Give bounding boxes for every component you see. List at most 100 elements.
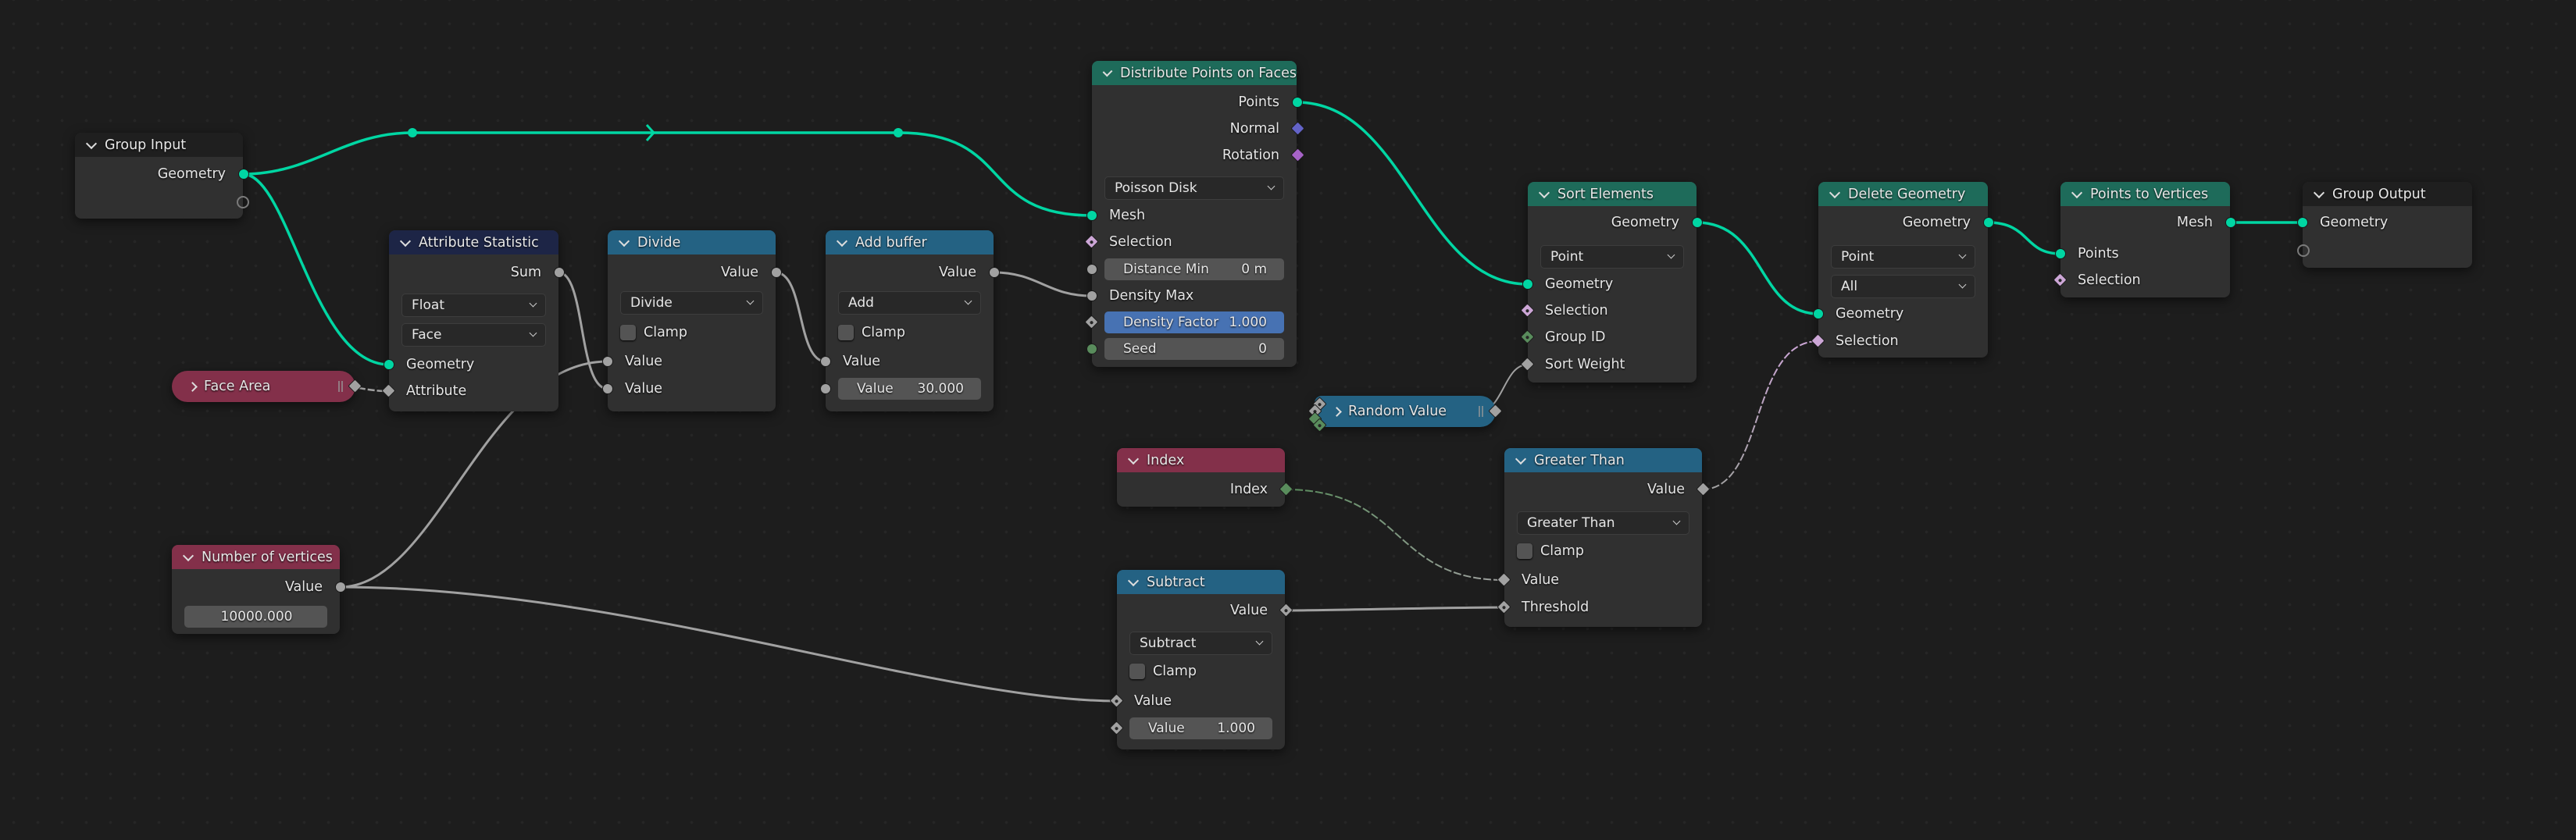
float-socket-icon[interactable] (334, 581, 346, 593)
density-factor-field[interactable]: Density Factor 1.000 (1104, 311, 1284, 333)
clamp-checkbox[interactable] (1129, 664, 1145, 679)
node-header[interactable]: Divide (608, 230, 776, 254)
node-delete-geometry[interactable]: Delete Geometry Geometry Point All Geome… (1810, 182, 1994, 358)
geometry-socket-icon[interactable] (2225, 216, 2236, 228)
chevron-down-icon[interactable] (85, 137, 98, 149)
node-random-value[interactable]: Random Value (1308, 396, 1503, 432)
chevron-down-icon[interactable] (2071, 187, 2083, 198)
chevron-down-icon[interactable] (399, 235, 412, 247)
node-divide[interactable]: Divide Value Divide Clamp Value Value (601, 230, 782, 411)
float-socket-icon[interactable] (601, 383, 613, 394)
socket-label: Value (1522, 572, 1560, 588)
chevron-down-icon[interactable] (1538, 187, 1550, 198)
chevron-down-icon[interactable] (1102, 66, 1113, 77)
float-socket-icon[interactable] (770, 266, 782, 278)
clamp-checkbox-row[interactable]: Clamp (608, 319, 776, 346)
geometry-socket-icon[interactable] (237, 168, 249, 180)
float-socket-icon[interactable] (819, 383, 831, 394)
node-add-buffer[interactable]: Add buffer Value Add Clamp Value Value 3… (819, 230, 1000, 411)
geometry-socket-icon[interactable] (1291, 96, 1303, 108)
node-greater-than[interactable]: Greater Than Value Greater Than Clamp Va… (1496, 448, 1711, 627)
geometry-socket-icon[interactable] (1982, 216, 1994, 228)
integer-socket-icon[interactable] (1086, 343, 1097, 354)
domain-dropdown[interactable]: Point (1831, 245, 1975, 269)
chevron-down-icon[interactable] (1127, 453, 1140, 464)
clamp-checkbox[interactable] (1517, 543, 1532, 559)
node-points-to-vertices[interactable]: Points to Vertices Mesh Points Selection (2052, 182, 2236, 297)
operation-dropdown[interactable]: Add (838, 291, 981, 315)
node-distribute-points-on-faces[interactable]: Distribute Points on Faces Points Normal… (1083, 61, 1305, 367)
geometry-socket-icon[interactable] (1086, 209, 1097, 221)
node-number-of-vertices[interactable]: Number of vertices Value 10000.000 (172, 545, 346, 634)
distance-min-field[interactable]: Distance Min 0 m (1104, 258, 1284, 280)
node-header[interactable]: Distribute Points on Faces (1092, 61, 1297, 85)
chevron-down-icon[interactable] (1127, 575, 1140, 586)
node-header[interactable]: Add buffer (826, 230, 994, 254)
chevron-right-icon[interactable] (1332, 406, 1342, 417)
node-group-input[interactable]: Group Input Geometry (75, 133, 249, 219)
socket-row-geometry: Geometry (2296, 209, 2472, 236)
clamp-checkbox-row[interactable]: Clamp (826, 319, 994, 346)
socket-label: Value (625, 354, 663, 369)
node-title: Delete Geometry (1848, 186, 1966, 202)
chevron-down-icon[interactable] (2313, 187, 2325, 198)
node-header[interactable]: Sort Elements (1528, 182, 1697, 206)
domain-dropdown[interactable]: Face (401, 323, 546, 347)
operation-dropdown[interactable]: Divide (620, 291, 763, 315)
clamp-checkbox[interactable] (838, 325, 854, 340)
float-socket-icon[interactable] (553, 266, 565, 278)
clamp-checkbox-row[interactable]: Clamp (1504, 538, 1702, 564)
chevron-down-icon[interactable] (836, 235, 848, 247)
float-socket-icon[interactable] (601, 355, 613, 367)
geometry-socket-icon[interactable] (1522, 278, 1533, 290)
node-attribute-statistic[interactable]: Attribute Statistic Sum Float Face Geome… (380, 230, 565, 411)
node-header[interactable]: Points to Vertices (2060, 182, 2230, 206)
mode-dropdown[interactable]: All (1831, 275, 1975, 298)
node-header[interactable]: Delete Geometry (1818, 182, 1988, 206)
float-socket-icon[interactable] (819, 355, 831, 367)
clamp-checkbox-row[interactable]: Clamp (1117, 658, 1285, 685)
dropdown-value: Add (848, 295, 874, 311)
operation-dropdown[interactable]: Subtract (1129, 632, 1272, 655)
domain-dropdown[interactable]: Point (1540, 245, 1684, 269)
node-header[interactable]: Group Input (75, 133, 243, 157)
operation-dropdown[interactable]: Greater Than (1517, 511, 1689, 535)
node-header[interactable]: Greater Than (1504, 448, 1702, 472)
value-field[interactable]: Value 1.000 (1129, 717, 1272, 739)
geometry-socket-icon[interactable] (1812, 308, 1824, 319)
node-header[interactable]: Index (1117, 448, 1285, 472)
node-header[interactable]: Group Output (2303, 182, 2472, 206)
float-socket-icon[interactable] (1086, 290, 1097, 301)
dropdown-value: Subtract (1140, 635, 1197, 651)
chevron-down-icon[interactable] (618, 235, 630, 247)
node-index[interactable]: Index Index (1117, 448, 1293, 507)
chevron-down-icon[interactable] (1515, 453, 1527, 464)
node-header[interactable]: Attribute Statistic (389, 230, 558, 254)
node-face-area[interactable]: Face Area (172, 371, 362, 402)
node-subtract[interactable]: Subtract Value Subtract Clamp Value Valu… (1108, 570, 1293, 749)
clamp-checkbox[interactable] (620, 325, 636, 340)
node-group-output[interactable]: Group Output Geometry (2296, 182, 2472, 268)
geometry-socket-icon[interactable] (1691, 216, 1703, 228)
geometry-socket-icon[interactable] (2054, 247, 2066, 259)
seed-field[interactable]: Seed 0 (1104, 338, 1284, 360)
geometry-socket-icon[interactable] (383, 358, 394, 370)
dropdown-value: Float (412, 297, 444, 313)
distribute-method-dropdown[interactable]: Poisson Disk (1104, 176, 1284, 200)
empty-socket-icon[interactable] (236, 195, 249, 208)
empty-socket-icon[interactable] (2296, 244, 2310, 257)
value-field[interactable]: Value 30.000 (838, 378, 981, 400)
geometry-socket-icon[interactable] (2296, 216, 2308, 228)
chevron-down-icon[interactable] (182, 550, 194, 561)
data-type-dropdown[interactable]: Float (401, 294, 546, 317)
chevron-down-icon[interactable] (1829, 187, 1841, 198)
node-header[interactable]: Number of vertices (172, 545, 340, 569)
socket-label: Normal (1229, 121, 1279, 137)
float-socket-icon[interactable] (1086, 263, 1097, 275)
float-socket-icon[interactable] (988, 266, 1000, 278)
node-sort-elements[interactable]: Sort Elements Geometry Point Geometry Se… (1519, 182, 1703, 383)
node-title: Random Value (1348, 404, 1447, 419)
value-field[interactable]: 10000.000 (184, 606, 327, 628)
chevron-right-icon[interactable] (187, 381, 198, 392)
node-header[interactable]: Subtract (1117, 570, 1285, 594)
